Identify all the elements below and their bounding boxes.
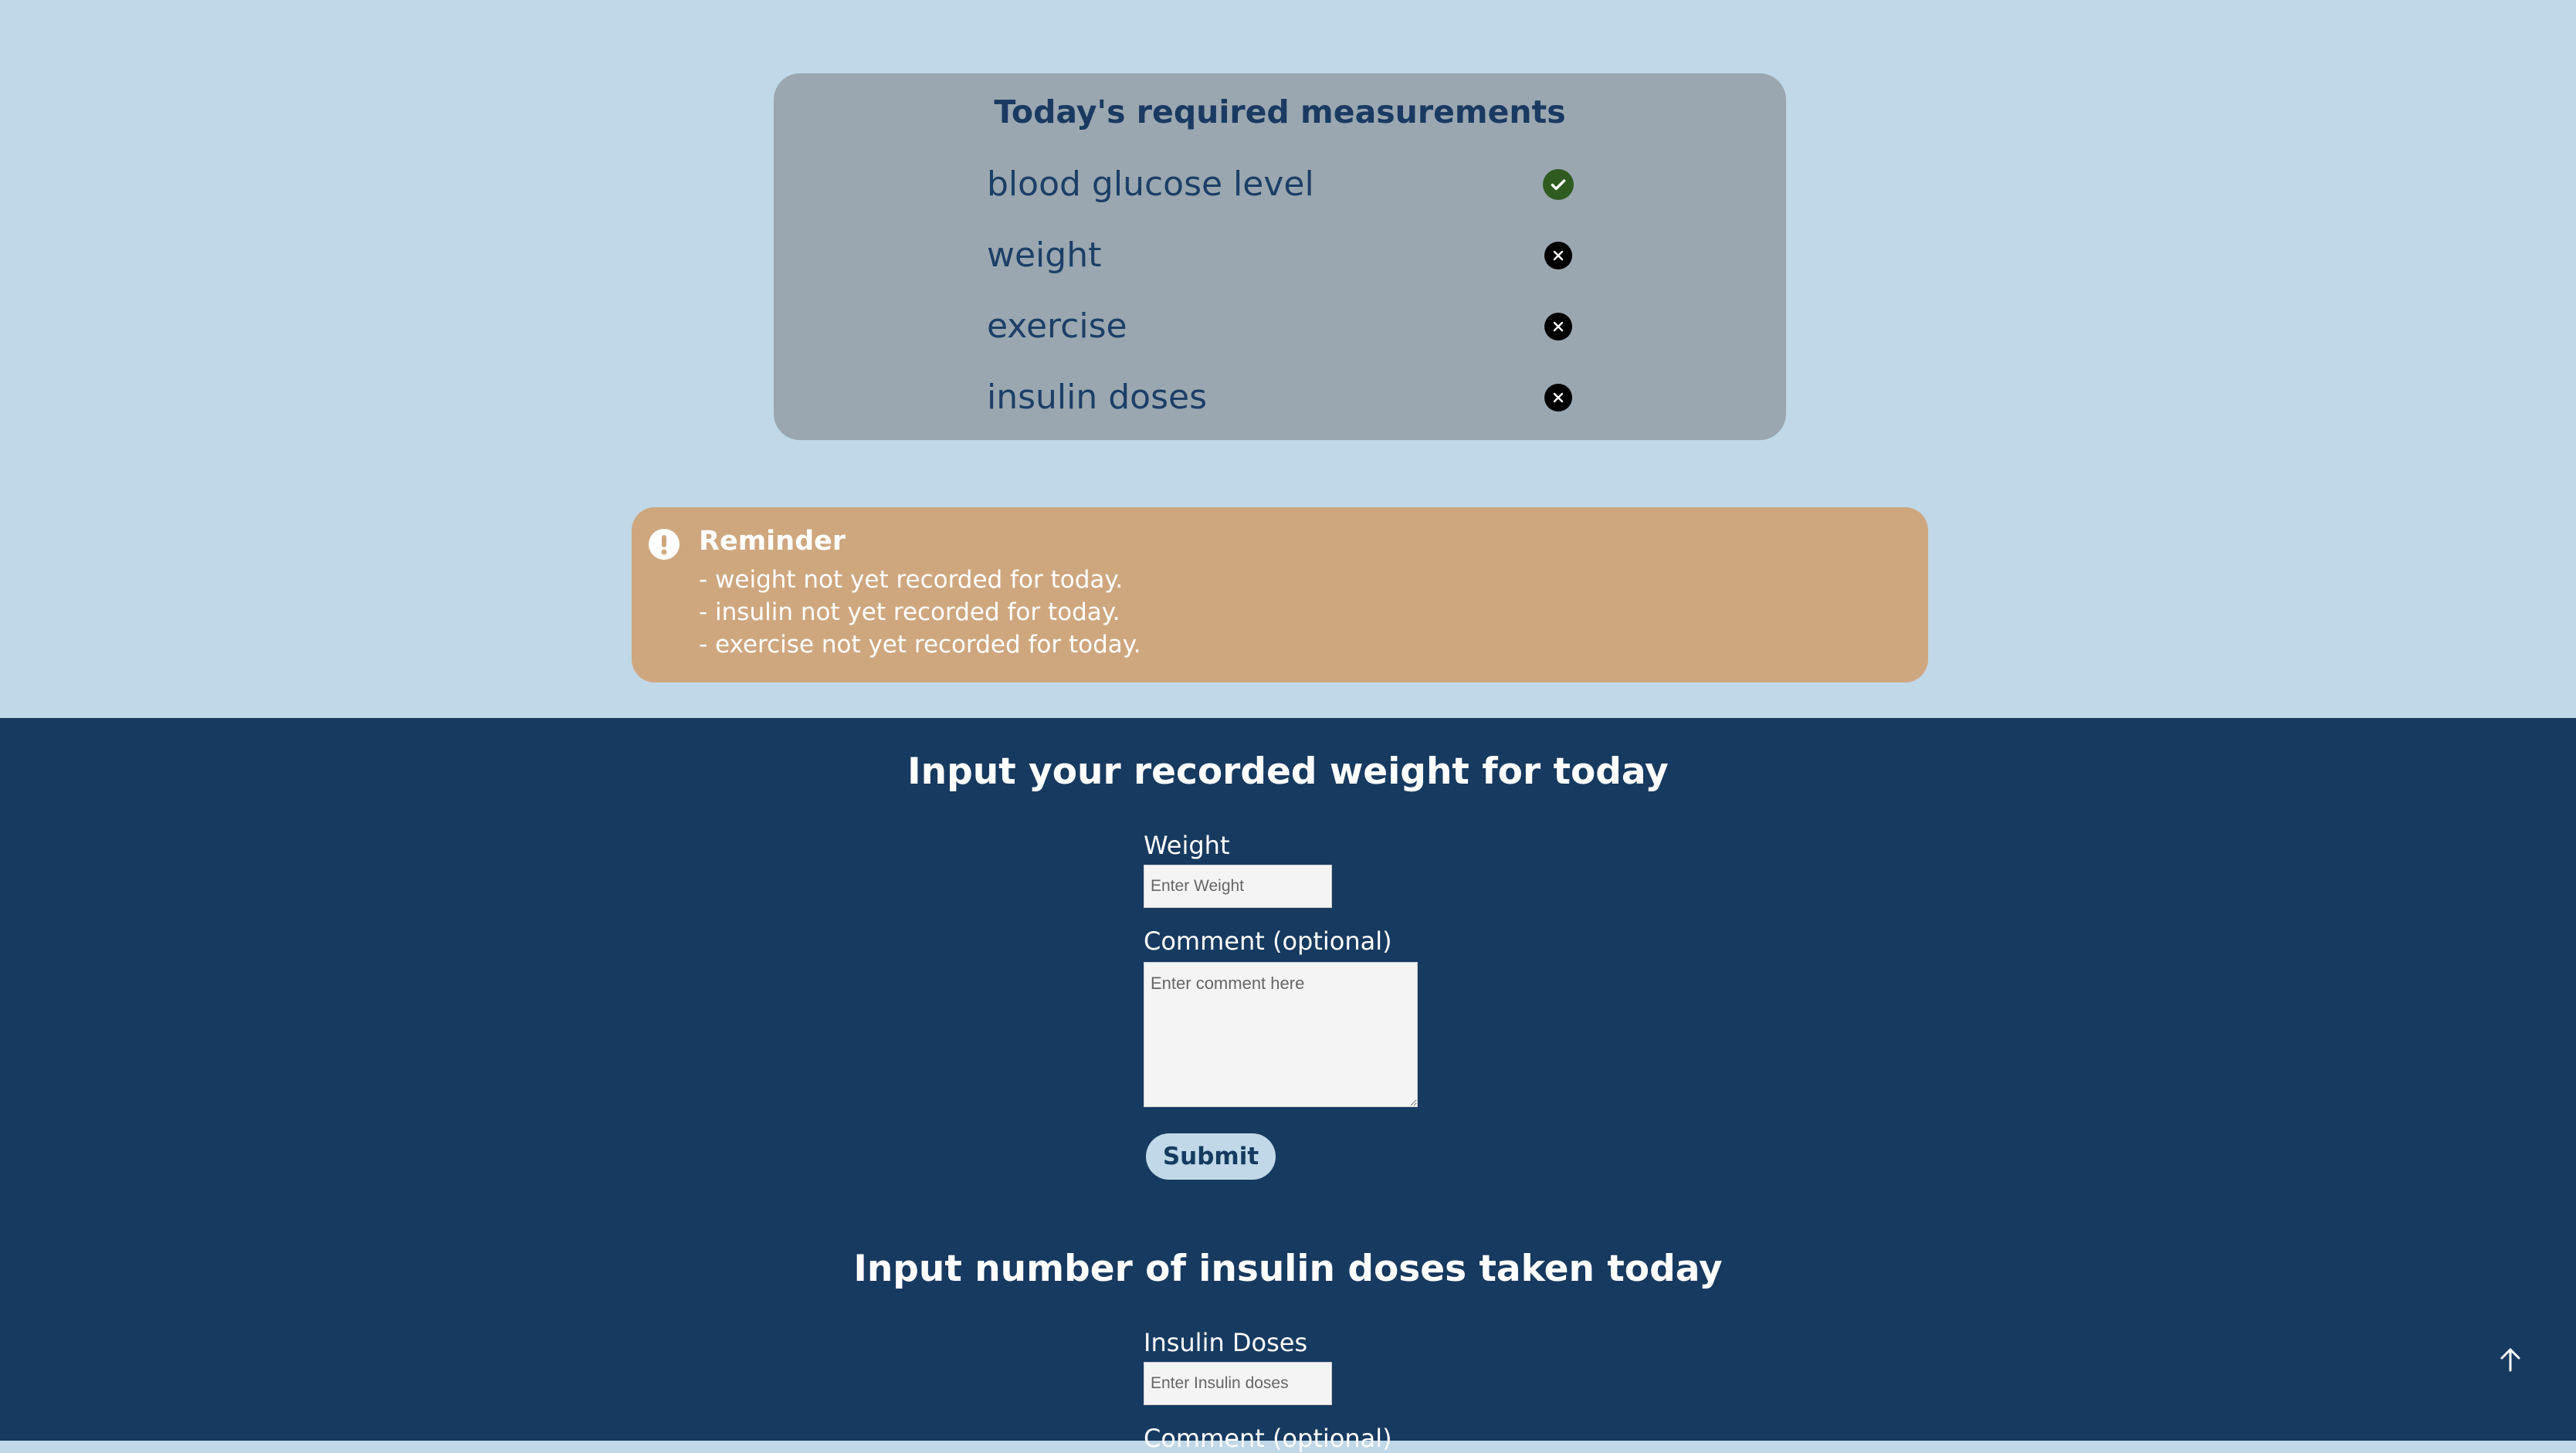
measurement-label: weight <box>987 235 1102 275</box>
arrow-up-icon <box>2500 1348 2520 1372</box>
reminder-line: - exercise not yet recorded for today. <box>699 631 1141 659</box>
measurement-row-weight: weight <box>987 229 1574 283</box>
weight-submit-button[interactable]: Submit <box>1146 1133 1276 1180</box>
measurement-label: insulin doses <box>987 378 1208 417</box>
x-circle-icon <box>1544 313 1572 340</box>
measurements-title: Today's required measurements <box>994 93 1566 130</box>
reminder-title: Reminder <box>699 526 846 557</box>
weight-form-heading: Input your recorded weight for today <box>907 750 1669 793</box>
measurement-row-insulin-doses: insulin doses <box>987 371 1574 425</box>
reminder-line: - weight not yet recorded for today. <box>699 566 1124 594</box>
insulin-doses-label: Insulin Doses <box>1144 1328 1308 1357</box>
weight-input[interactable] <box>1144 865 1332 908</box>
measurement-row-blood-glucose: blood glucose level <box>987 158 1574 212</box>
forms-section: Input your recorded weight for today Wei… <box>0 718 2576 1453</box>
measurement-label: blood glucose level <box>987 164 1314 204</box>
insulin-doses-input[interactable] <box>1144 1362 1332 1405</box>
x-circle-icon <box>1544 242 1572 269</box>
weight-comment-textarea[interactable] <box>1144 962 1418 1107</box>
x-circle-icon <box>1544 384 1572 412</box>
insulin-comment-label: Comment (optional) <box>1144 1424 1392 1453</box>
exclamation-circle-icon <box>649 529 680 560</box>
reminder-banner: Reminder - weight not yet recorded for t… <box>632 507 1928 682</box>
weight-comment-label: Comment (optional) <box>1144 926 1392 956</box>
measurement-row-exercise: exercise <box>987 300 1574 354</box>
insulin-form-heading: Input number of insulin doses taken toda… <box>853 1248 1723 1290</box>
top-section: Today's required measurements blood gluc… <box>0 0 2576 718</box>
required-measurements-card: Today's required measurements blood gluc… <box>774 73 1786 440</box>
weight-label: Weight <box>1144 831 1230 860</box>
check-circle-icon <box>1543 169 1574 200</box>
measurement-label: exercise <box>987 307 1127 346</box>
reminder-line: - insulin not yet recorded for today. <box>699 598 1120 626</box>
scroll-to-top-button[interactable] <box>2491 1340 2530 1379</box>
